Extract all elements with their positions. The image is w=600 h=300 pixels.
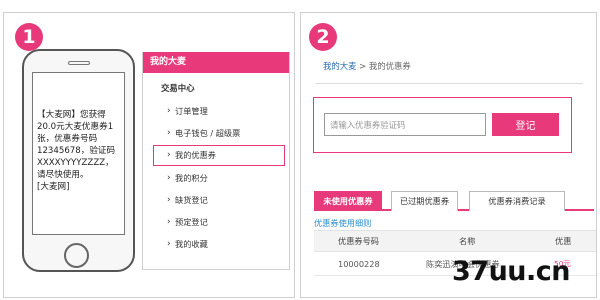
sms-line: [大麦网] [37,182,70,192]
sidebar-section-title: 交易中心 [161,83,195,93]
breadcrumb-separator: > [359,61,367,71]
phone-illustration: 【大麦网】您获得 20.0元大麦优惠券1 张，优惠券号码 12345678，验证… [22,49,135,272]
chevron-right-icon: › [167,173,171,183]
chevron-right-icon: › [167,239,171,249]
coupon-rules-link[interactable]: 优惠券使用细则 [314,217,371,229]
sidebar-item-reservation[interactable]: › 预定登记 [143,211,289,233]
sms-line: 12345678，验证码 [37,146,116,156]
register-button[interactable]: 登记 [492,113,559,136]
phone-home-button [64,243,89,268]
sms-line: 【大麦网】您获得 [37,110,106,120]
step-2-badge: 2 [309,23,337,51]
chevron-right-icon: › [167,150,171,160]
column-header-discount: 优惠 [555,236,572,246]
sidebar-item-label: 我的收藏 [175,239,208,249]
sidebar-item-favorites[interactable]: › 我的收藏 [143,233,289,255]
cell-number: 10000228 [338,259,380,269]
sidebar-item-wallet[interactable]: › 电子钱包 / 超级票 [143,122,289,144]
sidebar-item-label: 我的优惠券 [175,150,216,160]
sms-line: XXXXYYYYZZZZ， [37,158,114,168]
table-header: 优惠券号码 名称 优惠 [314,230,596,252]
sidebar-item-points[interactable]: › 我的积分 [143,167,289,189]
divider [315,83,583,84]
sidebar-item-stockout[interactable]: › 缺货登记 [143,189,289,211]
coupon-tabs: 未使用优惠券 已过期优惠券 优惠券消费记录 [314,191,594,211]
sidebar-item-label: 缺货登记 [175,195,208,205]
phone-speaker [68,61,90,65]
chevron-right-icon: › [167,128,171,138]
sidebar-item-orders[interactable]: › 订单管理 [143,100,289,122]
sms-line: 张，优惠券号码 [37,134,98,144]
sms-message: 【大麦网】您获得 20.0元大麦优惠券1 张，优惠券号码 12345678，验证… [37,109,121,193]
voucher-register-box: 登记 [313,97,572,153]
step-1-badge: 1 [15,23,43,51]
breadcrumb: 我的大麦 > 我的优惠券 [323,60,411,72]
sms-line: 请尽快使用。 [37,170,89,180]
sidebar-menu: 我的大麦 交易中心 › 订单管理 › 电子钱包 / 超级票 › 我的优惠券 › … [142,52,290,270]
sidebar-item-label: 订单管理 [175,106,208,116]
site-watermark: 37uu.cn [452,256,571,287]
chevron-right-icon: › [167,217,171,227]
tab-coupon-history[interactable]: 优惠券消费记录 [469,191,565,211]
sidebar-item-label: 预定登记 [175,217,208,227]
sms-line: 20.0元大麦优惠券1 [37,122,114,132]
tab-expired-coupons[interactable]: 已过期优惠券 [391,191,458,211]
chevron-right-icon: › [167,195,171,205]
voucher-code-input[interactable] [324,113,486,136]
sidebar-item-label: 电子钱包 / 超级票 [175,128,241,138]
column-header-number: 优惠券号码 [338,236,379,246]
breadcrumb-home-link[interactable]: 我的大麦 [323,61,357,71]
phone-screen: 【大麦网】您获得 20.0元大麦优惠券1 张，优惠券号码 12345678，验证… [32,72,125,235]
column-header-name: 名称 [459,236,476,246]
sidebar-header: 我的大麦 [143,52,289,73]
sidebar-item-label: 我的积分 [175,173,208,183]
breadcrumb-current: 我的优惠券 [368,61,411,71]
chevron-right-icon: › [167,106,171,116]
tab-unused-coupons[interactable]: 未使用优惠券 [314,191,382,211]
step-1-panel: 1 【大麦网】您获得 20.0元大麦优惠券1 张，优惠券号码 12345678，… [3,12,295,298]
sidebar-item-coupons[interactable]: › 我的优惠券 [153,145,285,166]
